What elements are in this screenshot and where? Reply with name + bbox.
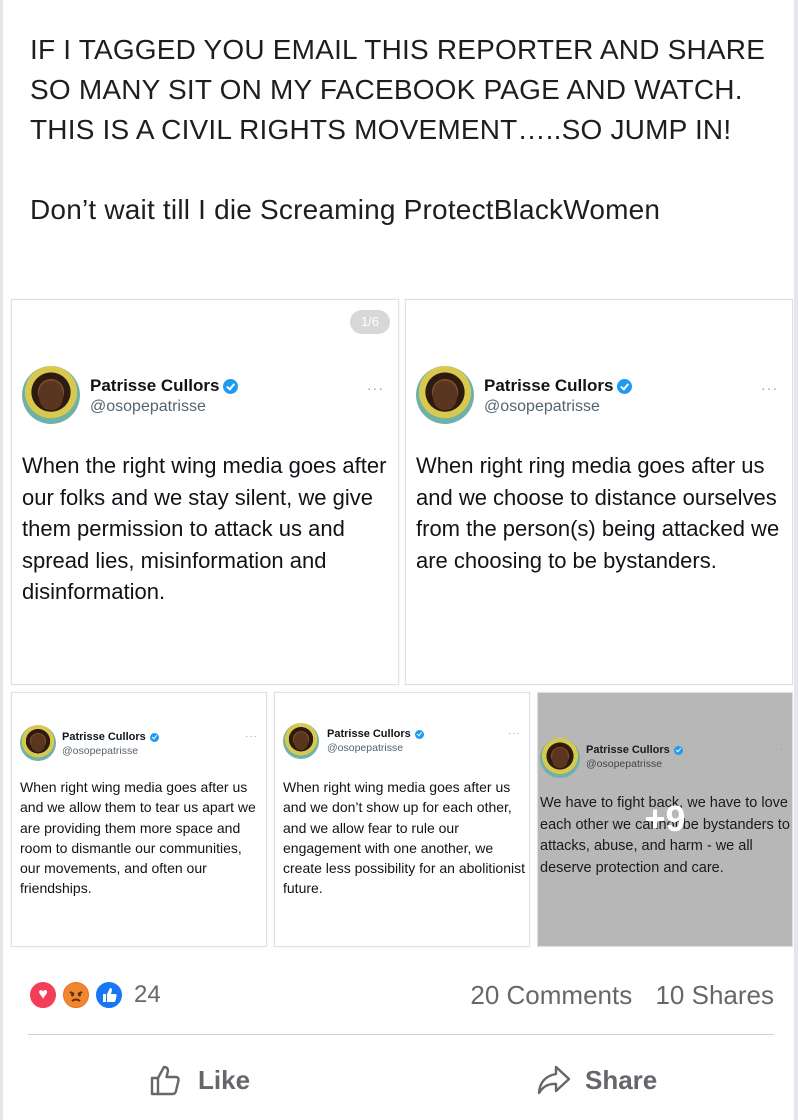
verified-badge-icon (673, 745, 683, 755)
tweet-author-name: Patrisse Cullors (62, 731, 159, 743)
more-options-icon: ··· (775, 744, 788, 755)
avatar (22, 366, 80, 424)
share-label: Share (585, 1065, 658, 1096)
post-text-line-1: IF I TAGGED YOU EMAIL THIS REPORTER AND … (30, 34, 766, 145)
verified-badge-icon (149, 732, 159, 742)
gallery-photo-2[interactable]: Patrisse Cullors @osopepatrisse ··· When… (405, 299, 793, 685)
like-button[interactable]: Like (148, 1058, 250, 1098)
more-options-icon: ··· (508, 728, 521, 739)
avatar (540, 738, 580, 778)
gallery-photo-more[interactable]: Patrisse Cullors @osopepatrisse ··· We h… (537, 692, 793, 947)
left-border (0, 0, 3, 1120)
like-label: Like (198, 1065, 251, 1096)
verified-badge-icon (223, 379, 239, 395)
more-photos-count: +9 (644, 798, 686, 839)
shares-count-link[interactable]: 10 Shares (655, 980, 774, 1010)
more-options-icon: ··· (245, 731, 258, 742)
tweet-author-name: Patrisse Cullors (90, 376, 239, 396)
thumbs-up-icon (150, 1065, 180, 1096)
tweet-text: When right ring media goes after us and … (416, 453, 780, 573)
more-options-icon: ··· (761, 380, 778, 396)
right-border (794, 0, 798, 1120)
tweet-author-handle: @osopepatrisse (327, 742, 404, 754)
tweet-text: When right wing media goes after us and … (283, 779, 526, 897)
tweet-text: When the right wing media goes after our… (22, 453, 387, 604)
tweet-author-handle: @osopepatrisse (62, 745, 139, 757)
gallery-photo-1[interactable]: 1/6 Patrisse Cullors @osopepatrisse ··· … (11, 299, 399, 685)
post-text-line-2: Don’t wait till I die Screaming ProtectB… (30, 194, 661, 225)
tweet-author-handle: @osopepatrisse (586, 758, 663, 770)
tweet-author-name: Patrisse Cullors (327, 728, 424, 740)
tweet-text: When right wing media goes after us and … (20, 779, 256, 897)
share-arrow-icon (537, 1065, 571, 1095)
gallery-photo-4[interactable]: Patrisse Cullors @osopepatrisse ··· When… (274, 692, 530, 947)
avatar (283, 723, 319, 759)
avatar (416, 366, 474, 424)
comments-count-link[interactable]: 20 Comments (470, 980, 632, 1010)
avatar (20, 725, 56, 761)
tweet-author-name: Patrisse Cullors (586, 744, 683, 756)
gallery-photo-3[interactable]: Patrisse Cullors @osopepatrisse ··· When… (11, 692, 267, 947)
divider (28, 1034, 774, 1035)
reaction-count: 24 (134, 981, 161, 1008)
verified-badge-icon (414, 729, 424, 739)
like-reaction-icon (94, 980, 124, 1010)
more-options-icon: ··· (367, 380, 384, 396)
tweet-author-handle: @osopepatrisse (484, 398, 600, 415)
love-reaction-icon: ♥ (28, 980, 58, 1010)
verified-badge-icon (617, 379, 633, 395)
angry-reaction-icon (61, 980, 91, 1010)
post-text: IF I TAGGED YOU EMAIL THIS REPORTER AND … (30, 30, 780, 230)
tweet-author-name: Patrisse Cullors (484, 376, 633, 396)
share-button[interactable]: Share (535, 1058, 657, 1098)
engagement-stats: 20 Comments 10 Shares (470, 980, 774, 1010)
photo-counter-badge: 1/6 (350, 310, 390, 334)
tweet-author-handle: @osopepatrisse (90, 398, 206, 415)
